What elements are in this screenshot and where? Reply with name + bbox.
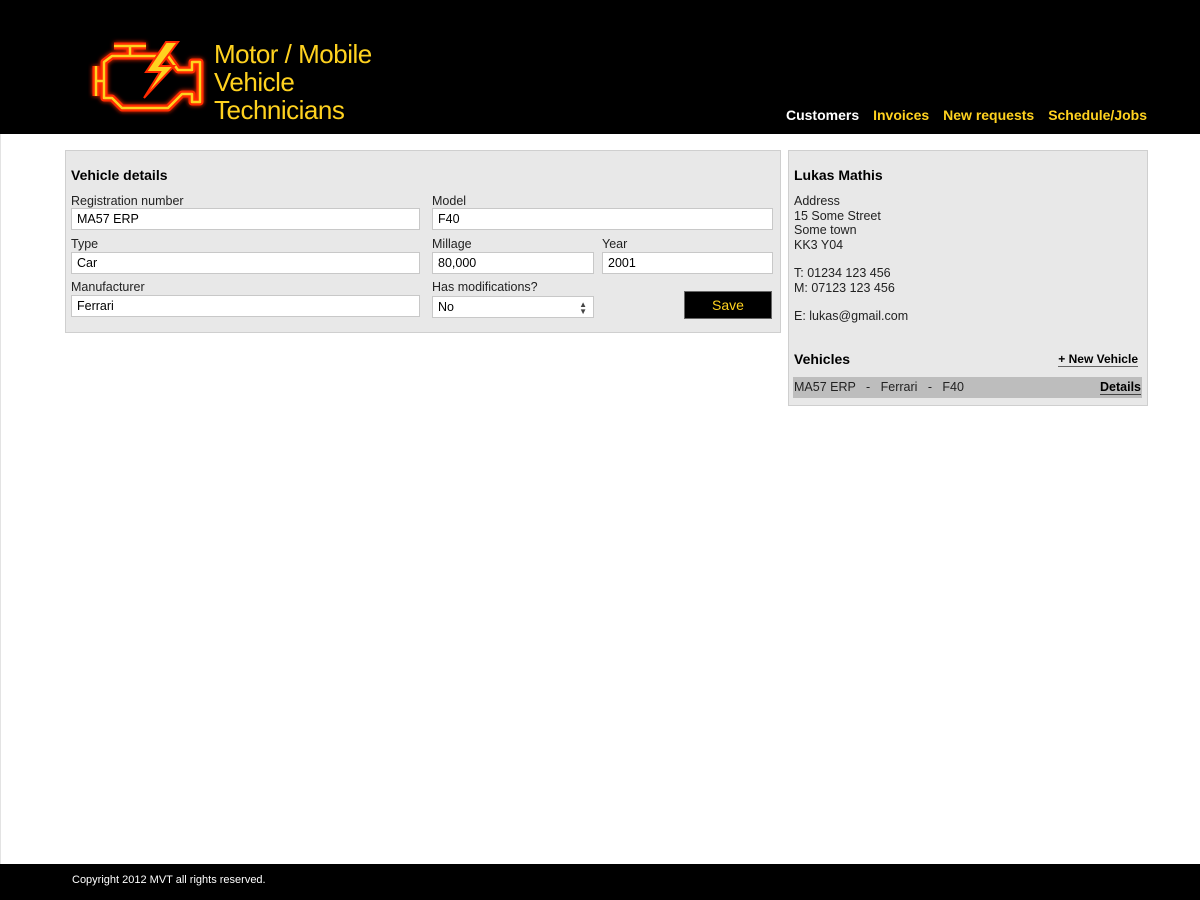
model-label: Model: [432, 194, 467, 208]
nav-new-requests[interactable]: New requests: [943, 107, 1034, 123]
vehicle-details-title: Vehicle details: [71, 167, 168, 183]
millage-label: Millage: [432, 237, 472, 251]
registration-input[interactable]: [71, 208, 420, 230]
year-label: Year: [602, 237, 628, 251]
brand-line-1: Motor / Mobile: [214, 39, 372, 69]
manufacturer-label: Manufacturer: [71, 280, 145, 294]
site-header: Motor / Mobile Vehicle Technicians Custo…: [0, 0, 1200, 134]
millage-input[interactable]: [432, 252, 594, 274]
vehicle-summary: MA57 ERP - Ferrari - F40: [794, 380, 964, 394]
new-vehicle-link[interactable]: + New Vehicle: [1058, 352, 1138, 367]
mobile: M: 07123 123 456: [794, 280, 895, 295]
address-block: Address 15 Some Street Some town KK3 Y04: [794, 194, 881, 252]
main-nav: Customers Invoices New requests Schedule…: [786, 107, 1147, 123]
vehicle-row: MA57 ERP - Ferrari - F40 Details: [793, 377, 1142, 398]
address-postcode: KK3 Y04: [794, 237, 844, 252]
manufacturer-input[interactable]: [71, 295, 420, 317]
brand-line-2: Vehicle: [214, 67, 295, 97]
vehicles-title: Vehicles: [794, 351, 851, 367]
brand-line-3: Technicians: [214, 95, 345, 125]
site-footer: Copyright 2012 MVT all rights reserved.: [0, 864, 1200, 900]
telephone: T: 01234 123 456: [794, 266, 891, 280]
model-input[interactable]: [432, 208, 773, 230]
brand-name: Motor / Mobile Vehicle Technicians: [214, 40, 372, 124]
save-button[interactable]: Save: [684, 291, 772, 319]
phone-block: T: 01234 123 456 M: 07123 123 456: [794, 266, 895, 295]
year-input[interactable]: [602, 252, 773, 274]
vehicle-details-link[interactable]: Details: [1100, 380, 1141, 395]
vehicle-details-panel: Vehicle details Registration number Mode…: [65, 150, 781, 333]
nav-customers[interactable]: Customers: [786, 107, 859, 123]
address-label: Address: [794, 194, 840, 208]
check-engine-icon: [92, 41, 204, 112]
modifications-label: Has modifications?: [432, 280, 538, 294]
nav-schedule-jobs[interactable]: Schedule/Jobs: [1048, 107, 1147, 123]
modifications-select[interactable]: No ▲ ▼: [432, 296, 594, 318]
customer-panel: Lukas Mathis Address 15 Some Street Some…: [788, 150, 1148, 406]
page-edge: [0, 134, 1, 864]
select-arrows-icon: ▲ ▼: [579, 300, 587, 316]
address-line-2: Some town: [794, 223, 857, 237]
modifications-value: No: [438, 300, 454, 314]
email: E: lukas@gmail.com: [794, 309, 909, 323]
registration-label: Registration number: [71, 194, 184, 208]
customer-name: Lukas Mathis: [794, 167, 883, 183]
type-label: Type: [71, 237, 99, 251]
type-input[interactable]: [71, 252, 420, 274]
nav-invoices[interactable]: Invoices: [873, 107, 929, 123]
copyright-text: Copyright 2012 MVT all rights reserved.: [72, 874, 266, 886]
address-line-1: 15 Some Street: [794, 208, 881, 223]
